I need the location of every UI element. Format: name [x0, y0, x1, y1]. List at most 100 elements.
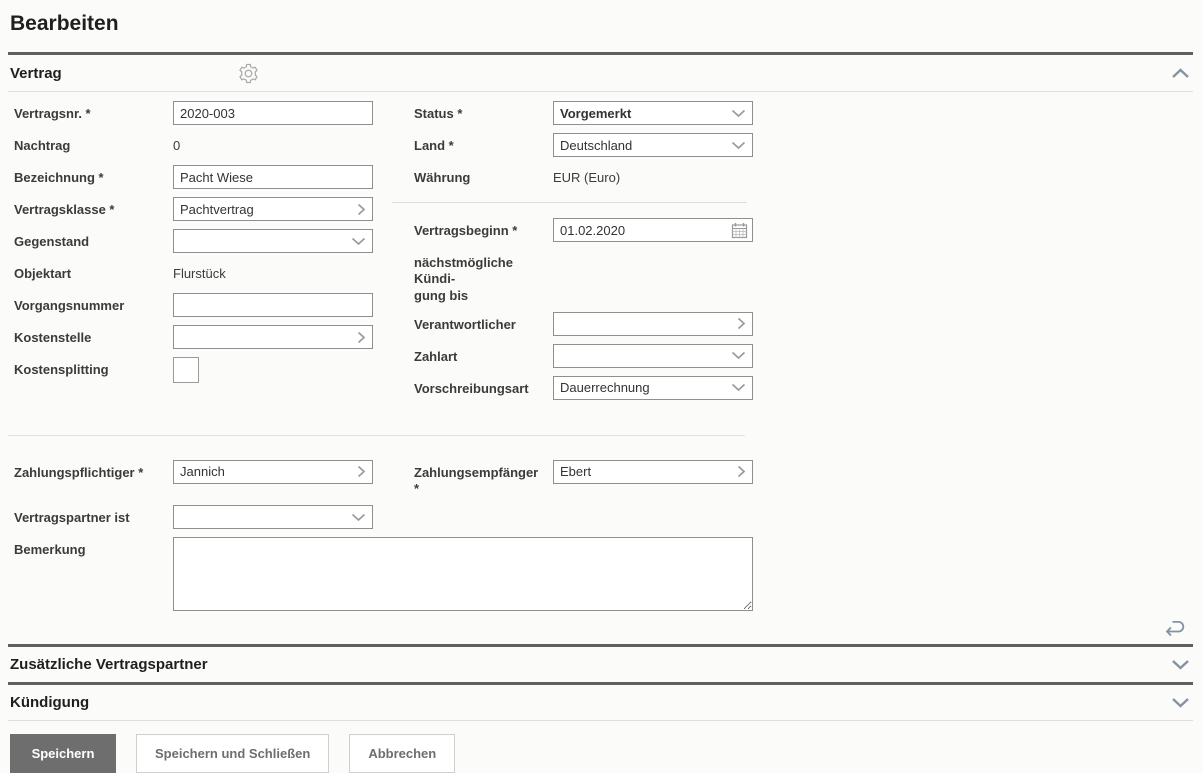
zahlungspflichtiger-picker[interactable]: Jannich	[173, 459, 373, 484]
cancel-button[interactable]: Abbrechen	[349, 734, 456, 773]
kostensplitting-label: Kostensplitting	[14, 362, 109, 377]
field-objektart: Objektart Flurstück	[14, 261, 373, 285]
field-zahlart: Zahlart	[414, 343, 753, 368]
vertragsnr-label: Vertragsnr. *	[14, 106, 91, 121]
vorschreibungsart-value: Dauerrechnung	[560, 380, 650, 396]
right-column-divider	[392, 202, 747, 203]
form-column-right: Status * Vorgemerkt Land * Deutschland W…	[392, 101, 753, 408]
field-bemerkung: Bemerkung	[14, 537, 1203, 612]
vorgangsnummer-input[interactable]	[173, 293, 373, 317]
bemerkung-textarea[interactable]	[173, 537, 753, 612]
zahlungsempfaenger-value: Ebert	[560, 464, 592, 480]
vorschreibungsart-label: Vorschreibungsart	[414, 380, 529, 396]
button-bar: Speichern Speichern und Schließen Abbrec…	[0, 721, 1203, 773]
field-vorgangsnummer: Vorgangsnummer	[14, 293, 373, 317]
zahlungspflichtiger-value: Jannich	[180, 464, 225, 480]
nachtrag-value: 0	[173, 138, 181, 153]
verantwortlicher-label: Verantwortlicher	[414, 316, 516, 332]
chevron-up-icon[interactable]	[1171, 67, 1190, 79]
partners-divider	[8, 434, 745, 436]
field-nachtrag: Nachtrag 0	[14, 133, 373, 157]
zahlart-select[interactable]	[553, 343, 753, 368]
section-header-zusaetzliche-vertragspartner[interactable]: Zusätzliche Vertragspartner	[0, 647, 1203, 682]
zahlart-label: Zahlart	[414, 348, 458, 364]
kostensplitting-checkbox[interactable]	[173, 357, 199, 383]
chevron-down-icon[interactable]	[1171, 659, 1190, 670]
gegenstand-label: Gegenstand	[14, 234, 90, 249]
field-vertragspartner-ist: Vertragspartner ist	[14, 505, 1203, 530]
field-kostenstelle: Kostenstelle	[14, 325, 373, 349]
chevron-down-icon	[351, 237, 372, 246]
nachtrag-label: Nachtrag	[14, 138, 71, 153]
section-title-kuendigung: Kündigung	[10, 694, 90, 712]
section-title-vertrag: Vertrag	[10, 64, 62, 82]
objektart-value: Flurstück	[173, 266, 226, 281]
objektart-label: Objektart	[14, 266, 72, 281]
undo-icon[interactable]	[1163, 620, 1186, 637]
status-select[interactable]: Vorgemerkt	[553, 101, 753, 125]
bezeichnung-input[interactable]	[173, 165, 373, 189]
chevron-right-icon	[357, 465, 372, 478]
zahlungsempfaenger-picker[interactable]: Ebert	[553, 459, 753, 484]
chevron-down-icon	[351, 513, 372, 522]
status-value: Vorgemerkt	[560, 105, 632, 121]
bezeichnung-label: Bezeichnung *	[14, 170, 104, 185]
chevron-down-icon	[731, 351, 752, 360]
waehrung-value: EUR (Euro)	[553, 170, 621, 185]
field-kuendigung-bis: nächstmögliche Kündi- gung bis	[414, 250, 753, 304]
chevron-right-icon	[357, 203, 372, 216]
bemerkung-label: Bemerkung	[14, 542, 86, 558]
section-header-kuendigung[interactable]: Kündigung	[0, 685, 1203, 720]
vertragsbeginn-date-field[interactable]	[553, 218, 753, 242]
vertragsbeginn-input[interactable]	[554, 222, 731, 238]
kuendigung-bis-label: nächstmögliche Kündi- gung bis	[414, 255, 513, 303]
section-header-vertrag: Vertrag	[0, 55, 1203, 91]
field-gegenstand: Gegenstand	[14, 229, 373, 253]
vertragsklasse-label: Vertragsklasse *	[14, 202, 115, 217]
chevron-right-icon	[357, 331, 372, 344]
vorschreibungsart-select[interactable]: Dauerrechnung	[553, 375, 753, 400]
field-vertragsklasse: Vertragsklasse * Pachtvertrag	[14, 197, 373, 221]
kostenstelle-label: Kostenstelle	[14, 330, 92, 345]
page-title: Bearbeiten	[10, 12, 119, 35]
gear-icon[interactable]	[237, 62, 260, 85]
waehrung-label: Währung	[414, 170, 471, 185]
undo-row	[0, 611, 1203, 644]
calendar-icon[interactable]	[731, 222, 752, 239]
land-label: Land *	[414, 138, 454, 153]
vertragsklasse-value: Pachtvertrag	[180, 201, 254, 217]
chevron-down-icon	[731, 383, 752, 392]
field-kostensplitting: Kostensplitting	[14, 357, 373, 383]
save-and-close-button[interactable]: Speichern und Schließen	[136, 734, 330, 773]
field-verantwortlicher: Verantwortlicher	[414, 311, 753, 336]
field-zahlungspflichtiger-row: Zahlungspflichtiger * Jannich Zahlungsem…	[14, 459, 1203, 498]
save-button[interactable]: Speichern	[10, 734, 116, 773]
form-column-left: Vertragsnr. * Nachtrag 0 Bezeichnung * V…	[14, 101, 373, 408]
field-waehrung: Währung EUR (Euro)	[414, 165, 753, 189]
field-bezeichnung: Bezeichnung *	[14, 165, 373, 189]
chevron-down-icon[interactable]	[1171, 697, 1190, 708]
field-land: Land * Deutschland	[414, 133, 753, 157]
chevron-down-icon	[731, 141, 752, 150]
verantwortlicher-picker[interactable]	[553, 311, 753, 336]
vertragsnr-input[interactable]	[173, 101, 373, 125]
land-select[interactable]: Deutschland	[553, 133, 753, 157]
zahlungsempfaenger-label: Zahlungsempfänger *	[414, 464, 539, 496]
field-vertragsnr: Vertragsnr. *	[14, 101, 373, 125]
vorgangsnummer-label: Vorgangsnummer	[14, 298, 125, 313]
vertragsbeginn-label: Vertragsbeginn *	[414, 223, 518, 238]
zahlungspflichtiger-label: Zahlungspflichtiger *	[14, 464, 144, 480]
section-title-zusaetzliche-vertragspartner: Zusätzliche Vertragspartner	[10, 656, 208, 674]
chevron-right-icon	[737, 465, 752, 478]
vertrag-form: Vertragsnr. * Nachtrag 0 Bezeichnung * V…	[0, 92, 1203, 612]
field-status: Status * Vorgemerkt	[414, 101, 753, 125]
vertragsklasse-picker[interactable]: Pachtvertrag	[173, 197, 373, 221]
status-label: Status *	[414, 106, 463, 121]
vertragspartner-ist-select[interactable]	[173, 505, 373, 530]
chevron-down-icon	[731, 109, 752, 118]
kostenstelle-picker[interactable]	[173, 325, 373, 349]
vertragspartner-ist-label: Vertragspartner ist	[14, 510, 130, 526]
gegenstand-select[interactable]	[173, 229, 373, 253]
field-vertragsbeginn: Vertragsbeginn *	[414, 218, 753, 242]
chevron-right-icon	[737, 317, 752, 330]
